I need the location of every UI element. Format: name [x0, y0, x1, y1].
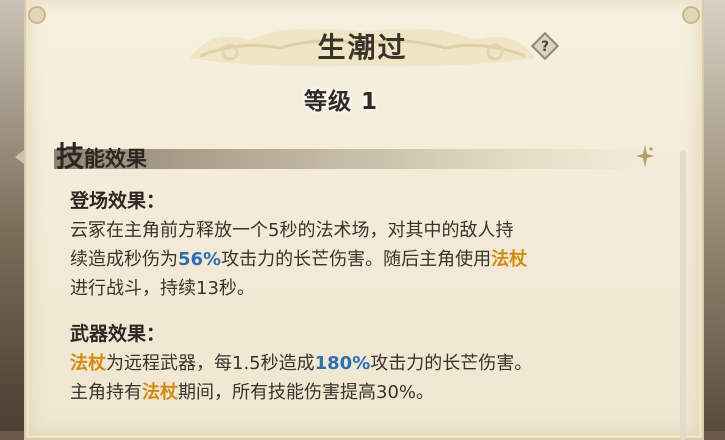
scrollbar[interactable]: [680, 150, 686, 440]
weapon-keyword-link[interactable]: 法杖: [491, 249, 527, 270]
weapon-effect-heading: 武器效果：: [70, 323, 166, 345]
text-segment: 为远程武器，每1.5秒造成: [106, 353, 315, 374]
sparkle-icon: [636, 145, 654, 167]
text-segment: 攻击力的长芒伤害。随后主角使用: [221, 249, 492, 270]
skill-description: 登场效果： 云冢在主角前方释放一个5秒的法术场，对其中的敌人持 续造成秒伤为56…: [70, 186, 670, 407]
text-segment: 云冢在主角前方释放一个5秒的法术场，对其中的敌人持: [70, 220, 514, 241]
skill-title: 生潮过: [317, 31, 408, 64]
weapon-effect-line: 主角持有法杖期间，所有技能伤害提高30%。: [70, 378, 670, 407]
section-title-first-char: 技: [56, 140, 85, 173]
section-header: 技能效果: [54, 135, 654, 173]
svg-text:?: ?: [541, 39, 549, 55]
weapon-effect-line: 法杖为远程武器，每1.5秒造成180%攻击力的长芒伤害。: [70, 349, 670, 378]
section-title-rest: 能效果: [84, 147, 148, 171]
entry-effect-line: 进行战斗，持续13秒。: [70, 274, 670, 303]
weapon-keyword-link[interactable]: 法杖: [142, 382, 178, 403]
text-segment: 主角持有: [70, 382, 142, 403]
damage-percent-value: 56%: [178, 249, 222, 270]
damage-percent-value: 180%: [314, 353, 371, 374]
corner-ornament-icon: [28, 6, 46, 24]
corner-ornament-icon: [682, 6, 700, 24]
weapon-keyword-link[interactable]: 法杖: [70, 353, 106, 374]
text-segment: 期间，所有技能伤害提高30%。: [178, 382, 435, 403]
skill-level: 等级 1: [303, 89, 378, 115]
entry-effect-heading: 登场效果：: [70, 190, 166, 212]
text-segment: 进行战斗，持续13秒。: [70, 278, 255, 299]
text-segment: 攻击力的长芒伤害。: [370, 353, 533, 374]
entry-effect-line: 续造成秒伤为56%攻击力的长芒伤害。随后主角使用法杖: [70, 245, 670, 274]
entry-effect-line: 云冢在主角前方释放一个5秒的法术场，对其中的敌人持: [70, 216, 670, 245]
section-title: 技能效果: [56, 135, 147, 175]
text-segment: 续造成秒伤为: [70, 249, 178, 270]
question-diamond-icon[interactable]: ?: [530, 31, 560, 61]
left-arrow-icon[interactable]: [15, 150, 24, 164]
